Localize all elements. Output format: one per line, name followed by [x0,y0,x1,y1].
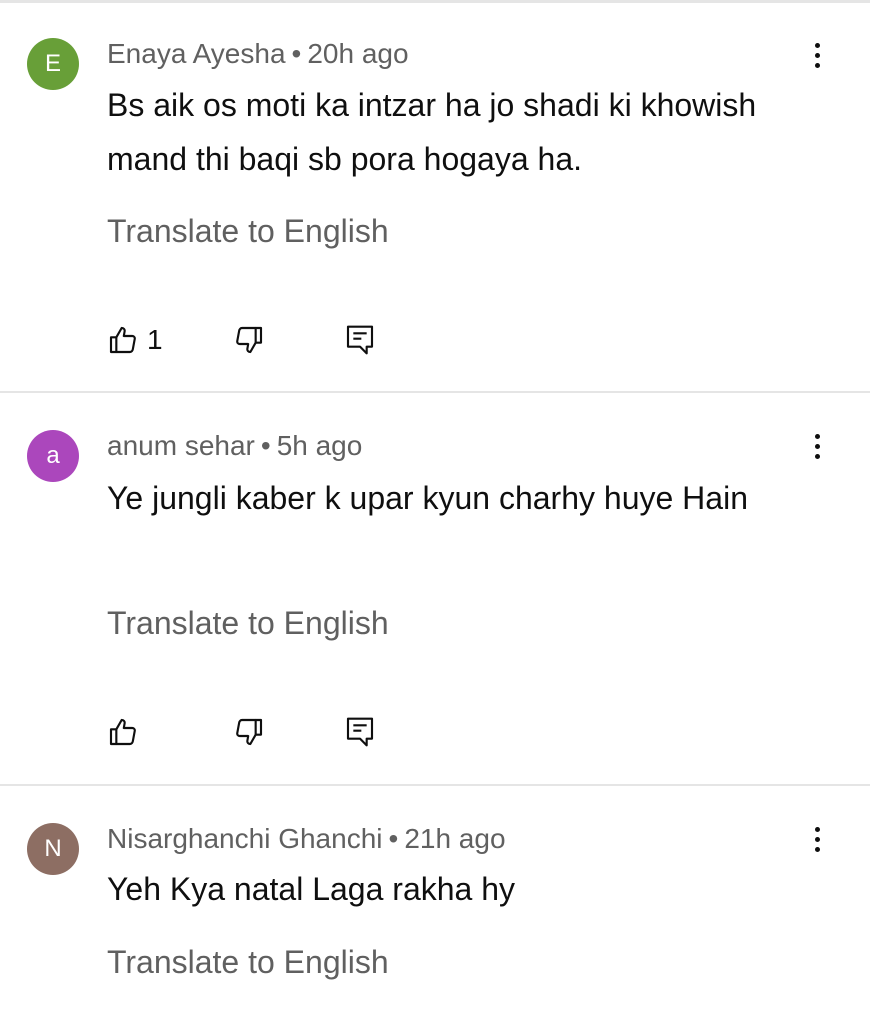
comment-time: 20h ago [307,38,409,69]
comment-item: N Nisarghanchi Ghanchi • 21h ago Yeh Kya n… [0,786,870,1024]
comment-header: anum sehar • 5h ago [107,430,362,462]
comment-header: Enaya Ayesha • 20h ago [107,38,409,70]
comment-item: E Enaya Ayesha • 20h ago Bs aik os moti ka… [0,0,870,392]
author-name[interactable]: Nisarghanchi Ghanchi [107,823,383,854]
like-count: 1 [147,324,163,355]
more-vert-icon [814,433,820,439]
reply-button[interactable] [345,322,375,358]
translate-button[interactable]: Translate to English [107,944,389,981]
separator: • [388,823,399,854]
reply-button[interactable] [345,714,375,750]
thumbs-down-icon [236,326,263,354]
author-name[interactable]: Enaya Ayesha [107,38,286,69]
translate-button[interactable]: Translate to English [107,605,389,642]
more-vert-icon [814,42,820,48]
reply-comment-icon [346,717,374,747]
more-options-button[interactable] [800,426,834,466]
comment-header: Nisarghanchi Ghanchi • 21h ago [107,823,506,855]
separator: • [260,430,271,461]
avatar[interactable]: E [27,38,79,90]
more-options-button[interactable] [800,35,834,75]
translate-button[interactable]: Translate to English [107,213,389,250]
comment-actions: 1 [107,322,407,358]
dislike-button[interactable] [233,322,265,358]
author-name[interactable]: anum sehar [107,430,255,461]
like-button[interactable]: 1 [107,322,163,358]
comment-time: 21h ago [404,823,506,854]
comment-text: Ye jungli kaber k upar kyun charhy huye … [107,480,748,516]
like-button[interactable] [107,714,147,750]
more-vert-icon [814,826,820,832]
separator: • [291,38,302,69]
more-options-button[interactable] [800,819,834,859]
comment-text: Bs aik os moti ka intzar ha jo shadi ki … [107,87,757,177]
avatar[interactable]: N [27,823,79,875]
comment-text: Yeh Kya natal Laga rakha hy [107,871,516,907]
thumbs-down-icon [236,718,263,746]
thumbs-up-icon [109,326,136,354]
comment-actions [107,714,407,750]
comment-item: a anum sehar • 5h ago Ye jungli kaber k up… [0,393,870,785]
thumbs-up-icon [109,718,136,746]
dislike-button[interactable] [233,714,265,750]
reply-comment-icon [346,325,374,355]
avatar[interactable]: a [27,430,79,482]
comment-time: 5h ago [276,430,363,461]
